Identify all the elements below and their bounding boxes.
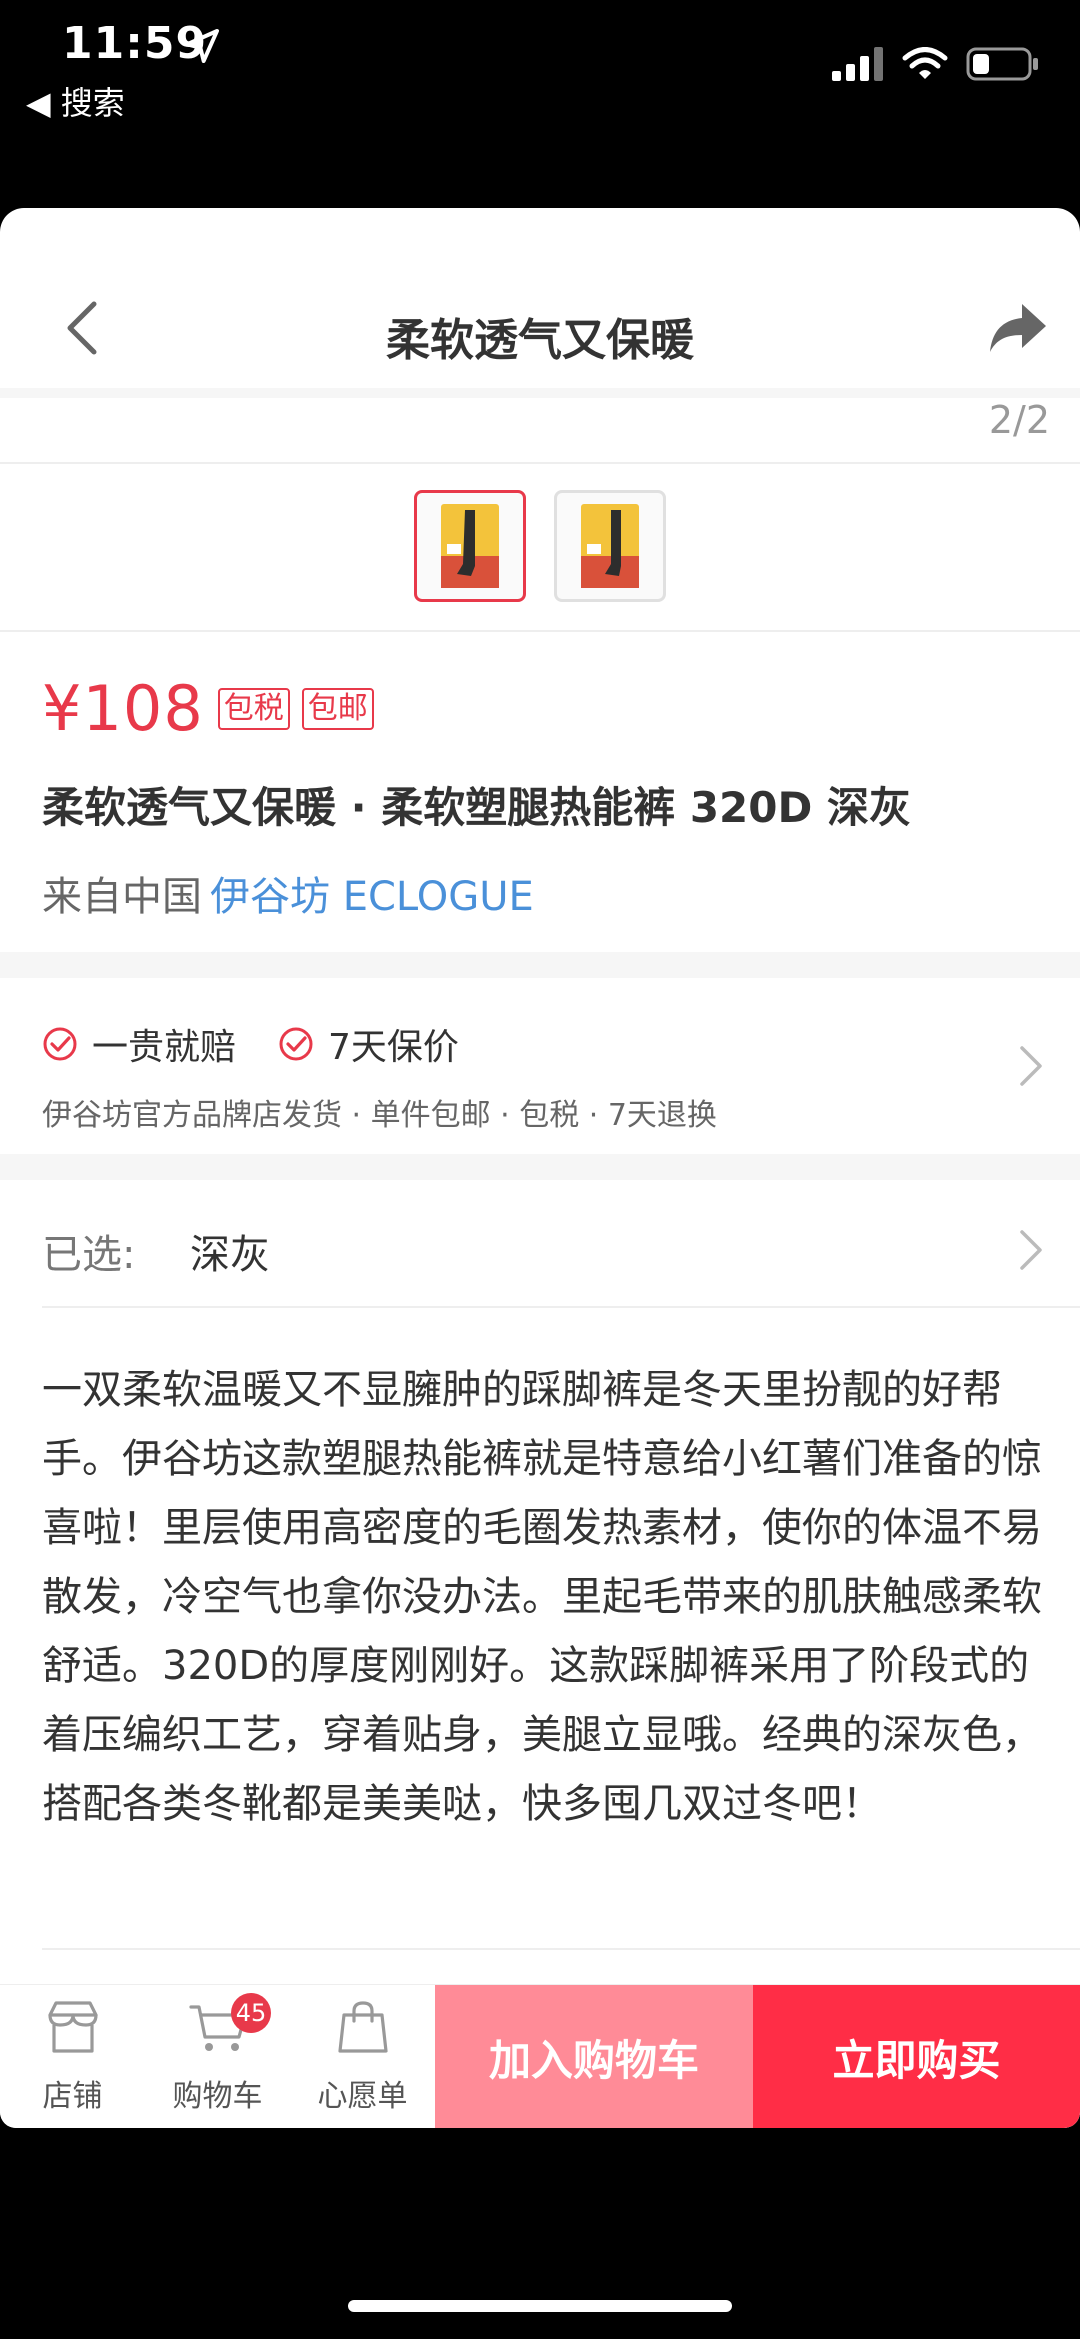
product-title: 柔软透气又保暖 · 柔软塑腿热能裤 320D 深灰 (42, 783, 911, 832)
divider (42, 1306, 1080, 1308)
product-thumbnail-image (441, 504, 499, 588)
section-gap (0, 1154, 1080, 1180)
buy-now-button[interactable]: 立即购买 (753, 1985, 1080, 2128)
price-row: ¥108 包税 包邮 (42, 672, 374, 745)
selected-option-row[interactable]: 已选: 深灰 (0, 1180, 1080, 1318)
origin-prefix: 来自中国 (42, 874, 202, 920)
guarantee-items: 一贵就赔 7天保价 (42, 1018, 501, 1070)
guarantee-row[interactable]: 一贵就赔 7天保价 伊谷坊官方品牌店发货 · 单件包邮 · 包税 · 7天退换 (0, 978, 1080, 1154)
add-to-cart-button[interactable]: 加入购物车 (435, 1985, 753, 2128)
battery-icon (966, 47, 1038, 81)
wishlist-button[interactable]: 心愿单 (290, 1985, 435, 2128)
shopping-bag-icon (337, 2001, 388, 2053)
location-arrow-icon (185, 29, 219, 63)
wishlist-label: 心愿单 (317, 2079, 408, 2114)
guarantee-description: 伊谷坊官方品牌店发货 · 单件包邮 · 包税 · 7天退换 (42, 1098, 717, 1133)
page-title: 柔软透气又保暖 (386, 315, 694, 366)
selected-label: 已选: (42, 1232, 136, 1278)
section-gap (0, 952, 1080, 978)
product-description: 一双柔软温暖又不显臃肿的踩脚裤是冬天里扮靓的好帮手。伊谷坊这款塑腿热能裤就是特意… (42, 1367, 1042, 1827)
nav-bar: 柔软透气又保暖 (0, 208, 1080, 388)
store-label: 店铺 (42, 2079, 103, 2114)
guarantee-label: 7天保价 (328, 1027, 459, 1068)
product-sheet: 柔软透气又保暖 2/2 ¥108 包税 包邮 柔软透气又保暖 · 柔软塑腿热能裤… (0, 208, 1080, 2128)
status-icons (832, 44, 1040, 84)
status-bar: 11:59 ◀ 搜索 (0, 0, 1080, 150)
brand-link[interactable]: 伊谷坊 ECLOGUE (210, 874, 534, 920)
divider (42, 1948, 1080, 1950)
check-circle-icon (43, 1027, 77, 1061)
product-price: ¥108 (42, 672, 204, 745)
home-indicator[interactable] (348, 2300, 732, 2312)
image-counter: 2/2 (988, 398, 1050, 442)
guarantee-item: 7天保价 (278, 1018, 459, 1070)
guarantee-label: 一贵就赔 (92, 1027, 237, 1068)
share-icon[interactable] (986, 298, 1050, 358)
product-thumbnail-image (581, 504, 639, 588)
chevron-right-icon (1020, 1230, 1042, 1270)
store-icon (47, 2001, 98, 2053)
check-circle-icon (279, 1027, 313, 1061)
wifi-icon (902, 47, 948, 79)
cart-button[interactable]: 45 购物车 (145, 1985, 290, 2128)
cellular-signal-icon (832, 47, 883, 81)
cart-label: 购物车 (172, 2079, 263, 2114)
free-shipping-tag: 包邮 (301, 687, 374, 730)
store-button[interactable]: 店铺 (0, 1985, 145, 2128)
gallery-counter-row: 2/2 (0, 388, 1080, 460)
price-section: ¥108 包税 包邮 柔软透气又保暖 · 柔软塑腿热能裤 320D 深灰 来自中… (0, 634, 1080, 952)
thumbnail-1[interactable] (414, 490, 526, 602)
selected-value: 深灰 (190, 1232, 270, 1278)
cart-count-badge: 45 (231, 1993, 271, 2033)
product-origin: 来自中国 伊谷坊 ECLOGUE (42, 864, 534, 922)
guarantee-item: 一贵就赔 (42, 1018, 236, 1070)
thumbnail-strip (0, 462, 1080, 632)
bottom-action-bar: 店铺 45 购物车 心愿单 加入购物车 立即购买 (0, 1984, 1080, 2128)
thumbnail-2[interactable] (554, 490, 666, 602)
tax-included-tag: 包税 (217, 687, 290, 730)
chevron-right-icon (1020, 1046, 1042, 1086)
back-to-search-link[interactable]: ◀ 搜索 (26, 78, 125, 124)
